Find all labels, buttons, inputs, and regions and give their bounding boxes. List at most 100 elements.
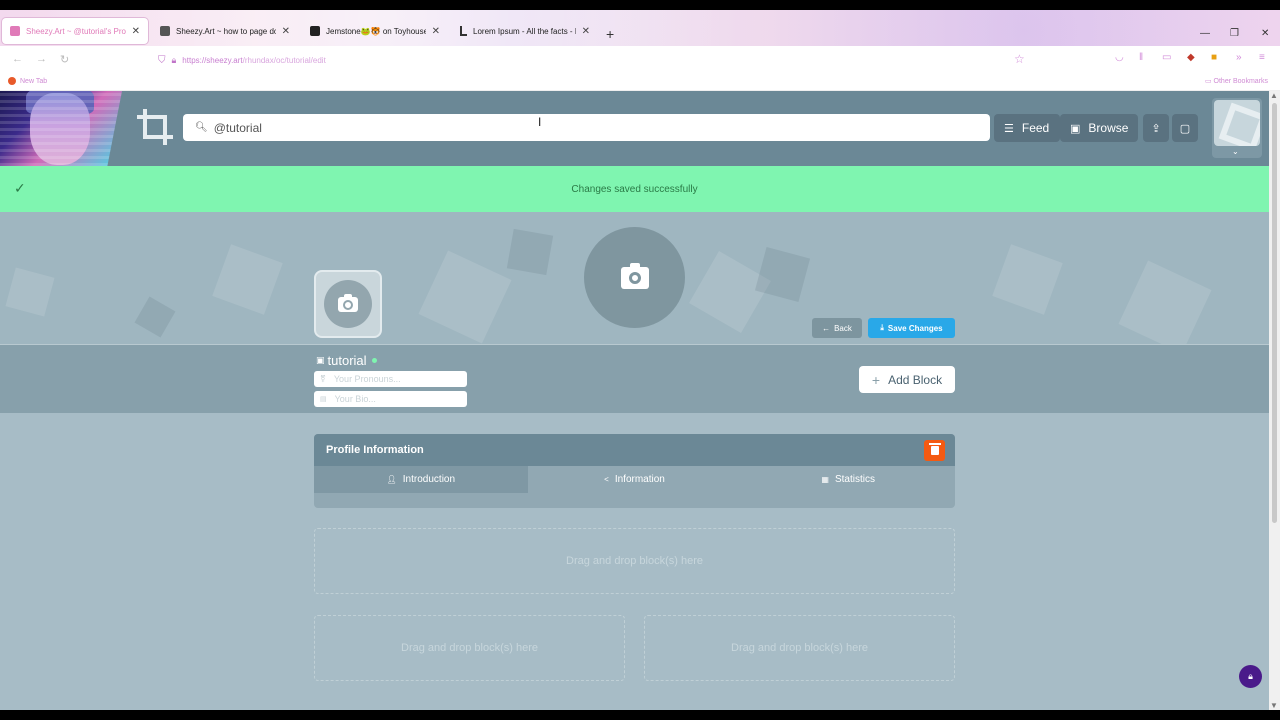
browser-tab[interactable]: Sheezy.Art ~ how to page dolls ✕: [152, 18, 298, 44]
hamburger-menu-icon[interactable]: ≡: [1259, 52, 1265, 63]
shield-icon[interactable]: ⛉: [158, 55, 166, 66]
profile-avatar: [1214, 100, 1260, 146]
privacy-lock-button[interactable]: 🔒︎: [1239, 665, 1262, 688]
card-title: Profile Information: [326, 444, 424, 456]
search-bar[interactable]: 🔍︎: [183, 114, 990, 141]
close-icon[interactable]: ✕: [432, 26, 440, 37]
bookmark-new-tab[interactable]: New Tab: [8, 77, 47, 85]
banner-pattern: [418, 250, 512, 344]
other-bookmarks[interactable]: ▭ Other Bookmarks: [1205, 77, 1268, 85]
tab-title: Lorem Ipsum - All the facts - Li: [473, 26, 576, 36]
online-indicator: [371, 358, 377, 363]
banner-pattern: [212, 244, 283, 315]
tab-label: Information: [614, 474, 665, 485]
search-input[interactable]: [213, 120, 914, 135]
dropzone-right[interactable]: Drag and drop block(s) here: [644, 615, 955, 681]
sheezy-logo-icon[interactable]: [137, 109, 173, 145]
id-card-icon: ▣: [316, 355, 325, 365]
inbox-button[interactable]: ▢: [1172, 114, 1198, 142]
feed-button[interactable]: ☰ Feed: [994, 114, 1060, 142]
lock-icon[interactable]: 🔒︎: [172, 55, 177, 66]
dropzone-left[interactable]: Drag and drop block(s) here: [314, 615, 625, 681]
library-icon[interactable]: ‖: [1139, 52, 1143, 63]
dropzone-label: Drag and drop block(s) here: [731, 642, 868, 654]
extension-icon-2[interactable]: ■: [1211, 52, 1217, 63]
tab-title: Jemstone🐸🐯 on Toyhouse: [326, 26, 426, 36]
tab-introduction[interactable]: 👤︎ Introduction: [314, 466, 528, 493]
plus-icon: +: [871, 371, 881, 388]
page-scrollbar[interactable]: ▲ ▼: [1269, 91, 1280, 710]
back-button[interactable]: ← Back: [812, 318, 862, 338]
url-bar[interactable]: ⛉ 🔒︎ https://sheezy.art/rhundax/oc/tutor…: [158, 50, 1028, 70]
upload-button[interactable]: ⇪: [1143, 114, 1169, 142]
avatar-upload-circle: [324, 280, 372, 328]
banner-upload-button[interactable]: [584, 227, 685, 328]
minimize-icon[interactable]: —: [1200, 28, 1210, 39]
profile-menu[interactable]: ⌄: [1212, 98, 1262, 158]
bio-field[interactable]: ▤: [314, 391, 467, 407]
sidebar-icon[interactable]: ▭: [1162, 52, 1171, 63]
browse-label: Browse: [1088, 121, 1129, 135]
scrollbar-thumb[interactable]: [1272, 103, 1277, 523]
bio-input[interactable]: [334, 394, 455, 404]
forward-arrow-icon[interactable]: →: [36, 53, 47, 65]
banner-pattern: [689, 251, 771, 333]
add-block-button[interactable]: + Add Block: [859, 366, 955, 393]
banner-pattern: [5, 267, 55, 317]
delete-block-button[interactable]: [924, 440, 945, 461]
save-changes-button[interactable]: ⤓ Save Changes: [868, 318, 955, 338]
back-label: Back: [834, 323, 852, 333]
browser-tab[interactable]: Lorem Ipsum - All the facts - Li ✕: [452, 18, 598, 44]
scroll-up-icon[interactable]: ▲: [1270, 91, 1278, 100]
close-icon[interactable]: ✕: [282, 26, 290, 37]
scroll-down-icon[interactable]: ▼: [1270, 701, 1278, 710]
dropzone-full[interactable]: Drag and drop block(s) here: [314, 528, 955, 594]
banner-pattern: [506, 228, 554, 276]
browser-nav-bar: ← → ↻ ⛉ 🔒︎ https://sheezy.art/rhundax/oc…: [0, 46, 1280, 73]
toast-message: Changes saved successfully: [571, 183, 698, 195]
pronouns-icon: ⚧: [320, 376, 326, 383]
pronouns-input[interactable]: [333, 374, 454, 384]
username-display: ▣ tutorial: [316, 353, 377, 368]
url-domain: https://sheezy.art: [182, 55, 243, 65]
star-bookmark-icon[interactable]: ☆: [1014, 52, 1025, 66]
share-icon: <: [604, 475, 609, 484]
close-icon[interactable]: ✕: [582, 26, 590, 37]
restore-icon[interactable]: ❐: [1230, 28, 1239, 39]
tab-information[interactable]: < Information: [528, 466, 742, 493]
folder-icon: ▭: [1204, 78, 1214, 85]
browser-tab[interactable]: Jemstone🐸🐯 on Toyhouse ✕: [302, 18, 448, 44]
reload-icon[interactable]: ↻: [60, 53, 69, 66]
trash-icon: [928, 443, 941, 455]
url-path: /rhundax/oc/tutorial/edit: [242, 55, 326, 65]
new-tab-plus-icon[interactable]: +: [606, 26, 614, 42]
browse-button[interactable]: ▣ Browse: [1060, 114, 1138, 142]
pronouns-field[interactable]: ⚧: [314, 371, 467, 387]
banner-pattern: [1118, 260, 1212, 344]
avatar-upload-button[interactable]: [314, 270, 382, 338]
person-icon: 👤︎: [386, 475, 397, 484]
inbox-icon: ▢: [1179, 122, 1191, 135]
close-icon[interactable]: ✕: [132, 26, 140, 37]
browser-tab-active[interactable]: Sheezy.Art ~ @tutorial's Profile ✕: [2, 18, 148, 44]
browser-tab-strip: Sheezy.Art ~ @tutorial's Profile ✕ Sheez…: [0, 10, 1280, 46]
tab-title: Sheezy.Art ~ @tutorial's Profile: [26, 26, 126, 36]
pocket-icon[interactable]: ◡: [1115, 52, 1124, 63]
download-icon: ⤓: [880, 323, 884, 332]
bookmarks-bar: New Tab ▭ Other Bookmarks: [0, 73, 1280, 91]
avatar-stripes: [0, 91, 122, 166]
arrow-left-icon: ←: [822, 323, 831, 333]
overflow-icon[interactable]: »: [1236, 52, 1242, 63]
list-icon: ☰: [1004, 122, 1014, 135]
house-icon: [310, 26, 320, 36]
username: tutorial: [327, 353, 367, 368]
back-arrow-icon[interactable]: ←: [12, 53, 23, 65]
window-close-icon[interactable]: ✕: [1261, 28, 1269, 39]
bio-icon: ▤: [320, 396, 327, 403]
tab-statistics[interactable]: ▦ Statistics: [741, 466, 955, 493]
camera-icon: [620, 262, 649, 289]
tab-label: Introduction: [402, 474, 456, 485]
bookmark-label: New Tab: [20, 77, 48, 85]
extension-icon[interactable]: ◆: [1187, 52, 1195, 63]
user-avatar-art[interactable]: [0, 91, 122, 166]
